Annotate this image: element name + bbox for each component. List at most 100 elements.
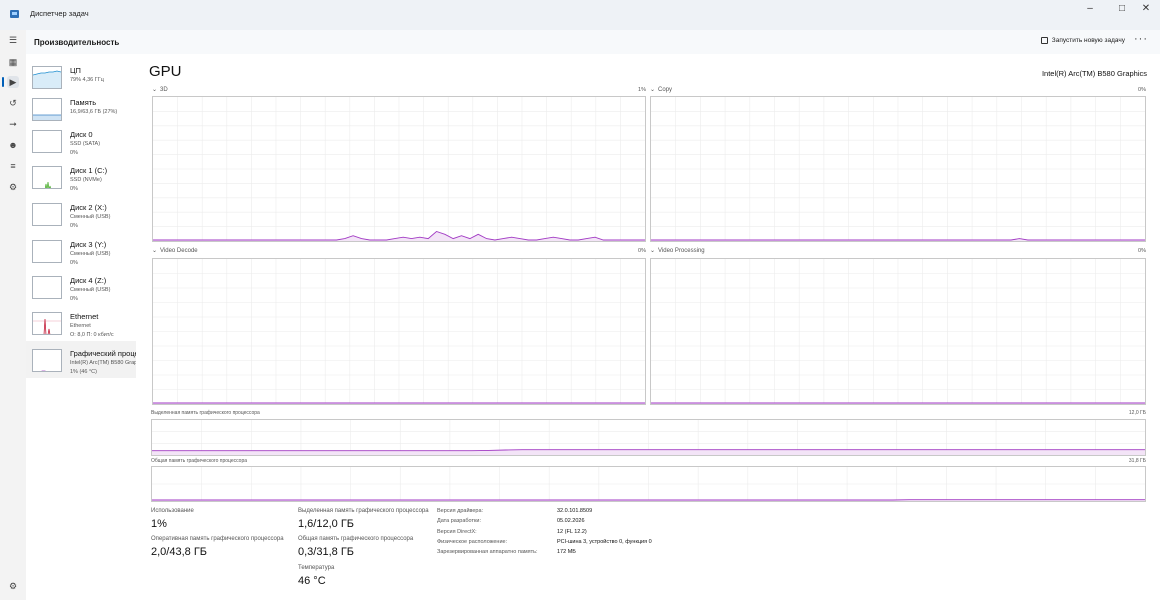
dedicated-memory-svg	[152, 420, 1145, 455]
dedicated-memory-stat-value: 1,6/12,0 ГБ	[298, 518, 354, 530]
perf-item-usage: 0%	[70, 186, 78, 192]
title-bar: Диспетчер задач – □ ✕	[0, 0, 1160, 30]
physical-location-label: Физическое расположение:	[437, 539, 508, 545]
perf-item-title: Диск 2 (X:)	[70, 203, 107, 212]
minimize-button[interactable]: –	[1076, 0, 1104, 20]
app-history-icon[interactable]: ↺	[7, 97, 19, 109]
driver-date-label: Дата разработки:	[437, 518, 482, 524]
hamburger-menu-icon[interactable]: ☰	[7, 34, 19, 46]
driver-version-value: 32.0.101.8509	[557, 508, 593, 514]
command-bar: Производительность Запустить новую задач…	[26, 30, 1160, 54]
disk-3-thumbnail-graph	[32, 240, 62, 263]
startup-apps-icon[interactable]: ➞	[7, 118, 19, 130]
gpu-thumbnail-graph	[32, 349, 62, 372]
dedicated-memory-stat-label: Выделенная память графического процессор…	[298, 508, 429, 514]
perf-item-disk-3[interactable]: Диск 3 (Y:) Сменный (USB) 0%	[26, 232, 136, 268]
details-icon[interactable]: ≡	[7, 160, 19, 172]
dedicated-memory-label: Выделенная память графического процессор…	[151, 410, 260, 416]
perf-item-disk-0[interactable]: Диск 0 SSD (SATA) 0%	[26, 122, 136, 158]
window-title: Диспетчер задач	[30, 9, 89, 18]
perf-item-memory[interactable]: Память 16,9/63,6 ГБ (27%)	[26, 90, 136, 126]
chevron-down-icon: ⌄	[650, 248, 656, 254]
perf-item-title: Ethernet	[70, 312, 99, 321]
shared-memory-svg	[152, 467, 1145, 501]
shared-memory-stat-label: Общая память графического процессора	[298, 536, 414, 542]
engine-video-decode-graph	[152, 258, 646, 405]
gpu-performance-panel: GPU Intel(R) Arc(TM) B580 Graphics ⌄ 3D …	[136, 54, 1160, 600]
perf-item-usage: 0%	[70, 223, 78, 229]
perf-item-usage: 0%	[70, 150, 78, 156]
dedicated-memory-max: 12,0 ГБ	[1128, 410, 1146, 416]
shared-memory-graph	[151, 466, 1146, 502]
disk-2-thumbnail-graph	[32, 203, 62, 226]
gpu-memory-label: Оперативная память графического процессо…	[151, 536, 284, 542]
driver-date-value: 05.02.2026	[557, 518, 585, 524]
perf-item-subtitle: SSD (SATA)	[70, 141, 101, 147]
dedicated-memory-graph	[151, 419, 1146, 456]
engine-video-decode-label: Video Decode	[160, 247, 198, 254]
settings-icon[interactable]: ⚙	[7, 580, 19, 592]
perf-item-title: Диск 0	[70, 130, 93, 139]
perf-item-ethernet[interactable]: Ethernet Ethernet О: 8,0 П: 0 кбит/с	[26, 304, 136, 340]
page-title: Производительность	[34, 38, 120, 47]
nav-active-indicator	[2, 77, 4, 87]
memory-thumbnail-graph	[32, 98, 62, 121]
performance-icon[interactable]: ▶	[7, 76, 19, 88]
engine-3d-label: 3D	[160, 86, 168, 93]
driver-version-label: Версия драйвера:	[437, 508, 484, 514]
perf-item-disk-4[interactable]: Диск 4 (Z:) Сменный (USB) 0%	[26, 268, 136, 304]
perf-item-title: Диск 4 (Z:)	[70, 276, 107, 285]
nav-rail: ☰ ▦ ▶ ↺ ➞ ☻ ≡ ⚙ ⚙	[0, 30, 26, 600]
perf-item-usage: О: 8,0 П: 0 кбит/с	[70, 332, 114, 338]
engine-copy-percent: 0%	[1138, 87, 1146, 93]
engine-copy-graph	[650, 96, 1146, 242]
users-icon[interactable]: ☻	[7, 139, 19, 151]
engine-video-decode-dropdown[interactable]: ⌄ Video Decode	[152, 247, 198, 255]
engine-3d-dropdown[interactable]: ⌄ 3D	[152, 86, 168, 94]
temperature-value: 46 °C	[298, 575, 326, 587]
cpu-thumbnail-graph	[32, 66, 62, 89]
perf-item-subtitle: Сменный (USB)	[70, 287, 111, 293]
engine-3d-percent: 1%	[638, 87, 646, 93]
perf-item-disk-1[interactable]: Диск 1 (C:) SSD (NVMe) 0%	[26, 158, 136, 194]
directx-version-label: Версия DirectX:	[437, 529, 477, 535]
perf-item-cpu[interactable]: ЦП 79% 4,36 ГГц	[26, 58, 136, 94]
perf-item-subtitle: SSD (NVMe)	[70, 177, 102, 183]
perf-item-usage: 0%	[70, 260, 78, 266]
perf-item-title: Память	[70, 98, 97, 107]
engine-copy-label: Copy	[658, 86, 673, 93]
chevron-down-icon: ⌄	[152, 248, 158, 254]
engine-video-processing-label: Video Processing	[658, 247, 705, 254]
engine-3d-svg	[153, 97, 645, 241]
perf-item-title: Графический процессор 0	[70, 349, 136, 358]
close-button[interactable]: ✕	[1132, 0, 1160, 20]
chevron-down-icon: ⌄	[650, 87, 656, 93]
perf-item-disk-2[interactable]: Диск 2 (X:) Сменный (USB) 0%	[26, 195, 136, 231]
gpu-memory-value: 2,0/43,8 ГБ	[151, 546, 207, 558]
processes-icon[interactable]: ▦	[7, 56, 19, 68]
perf-item-subtitle: Сменный (USB)	[70, 251, 111, 257]
engine-video-decode-svg	[153, 259, 645, 404]
usage-value: 1%	[151, 518, 167, 530]
run-task-icon	[1040, 37, 1048, 44]
chevron-down-icon: ⌄	[152, 87, 158, 93]
perf-item-title: Диск 1 (C:)	[70, 166, 108, 175]
perf-item-title: Диск 3 (Y:)	[70, 240, 107, 249]
disk-0-thumbnail-graph	[32, 130, 62, 153]
perf-item-subtitle: Intel(R) Arc(TM) B580 Graphics	[70, 360, 136, 366]
perf-item-gpu-0[interactable]: Графический процессор 0 Intel(R) Arc(TM)…	[26, 341, 136, 378]
engine-copy-dropdown[interactable]: ⌄ Copy	[650, 86, 673, 94]
disk-1-thumbnail-graph	[32, 166, 62, 189]
engine-video-processing-dropdown[interactable]: ⌄ Video Processing	[650, 247, 705, 255]
perf-item-subtitle: Ethernet	[70, 323, 91, 329]
gpu-model-name: Intel(R) Arc(TM) B580 Graphics	[1041, 69, 1147, 78]
engine-video-decode-percent: 0%	[638, 248, 646, 254]
engine-video-processing-percent: 0%	[1138, 248, 1146, 254]
more-options-button[interactable]: ···	[1134, 33, 1148, 45]
services-icon[interactable]: ⚙	[7, 181, 19, 193]
engine-3d-graph	[152, 96, 646, 242]
run-new-task-button[interactable]: Запустить новую задачу	[1040, 37, 1125, 44]
perf-item-usage: 1% (46 °C)	[70, 369, 97, 375]
engine-video-processing-svg	[651, 259, 1145, 404]
disk-4-thumbnail-graph	[32, 276, 62, 299]
